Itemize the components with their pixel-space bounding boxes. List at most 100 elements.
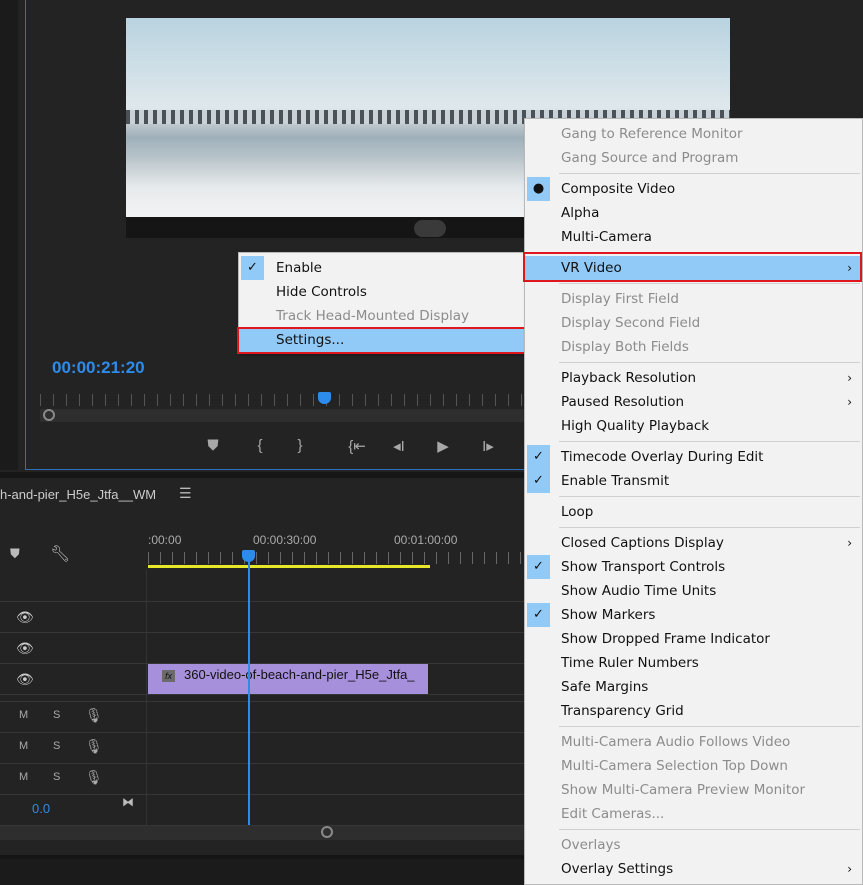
menu-item-label: Show Audio Time Units bbox=[561, 583, 717, 599]
menu-item-multi-camera[interactable]: Multi-Camera bbox=[525, 225, 862, 249]
menu-item-label: Time Ruler Numbers bbox=[561, 655, 699, 671]
menu-item-show-dropped-frame-indicator[interactable]: Show Dropped Frame Indicator bbox=[525, 627, 862, 651]
track-divider bbox=[0, 701, 530, 702]
menu-item-label: Multi-Camera Selection Top Down bbox=[561, 758, 788, 774]
menu-item-label: Enable Transmit bbox=[561, 473, 670, 489]
submenu-chevron-icon: › bbox=[847, 536, 852, 550]
menu-item-label: Overlay Settings bbox=[561, 861, 674, 877]
submenu-chevron-icon: › bbox=[847, 371, 852, 385]
submenu-chevron-icon: › bbox=[847, 261, 852, 275]
menu-item-safe-margins[interactable]: Safe Margins bbox=[525, 675, 862, 699]
mark-in-button[interactable]: { bbox=[250, 437, 270, 454]
mute-button[interactable]: M bbox=[19, 771, 28, 783]
menu-item-alpha[interactable]: Alpha bbox=[525, 201, 862, 225]
toggle-output-icon[interactable]: 👁︎ bbox=[16, 671, 34, 688]
menu-item-label: Edit Cameras... bbox=[561, 806, 665, 822]
left-panel-edge bbox=[0, 0, 18, 470]
menu-item-label: Composite Video bbox=[561, 181, 676, 197]
playhead-line[interactable] bbox=[248, 560, 250, 825]
menu-item-paused-resolution[interactable]: Paused Resolution › bbox=[525, 390, 862, 414]
menu-item-label: Show Dropped Frame Indicator bbox=[561, 631, 770, 647]
monitor-zoom-scrollbar[interactable] bbox=[40, 409, 530, 422]
menu-separator bbox=[525, 249, 862, 256]
toggle-output-icon[interactable]: 👁︎ bbox=[16, 640, 34, 657]
mute-button[interactable]: M bbox=[19, 709, 28, 721]
menu-item-timecode-overlay-during-edit[interactable]: ✓ Timecode Overlay During Edit bbox=[525, 445, 862, 469]
menu-item-settings[interactable]: Settings... bbox=[239, 328, 526, 352]
menu-item-enable[interactable]: ✓ Enable bbox=[239, 256, 526, 280]
solo-button[interactable]: S bbox=[53, 740, 60, 752]
menu-item-gang-to-reference-monitor: Gang to Reference Monitor bbox=[525, 122, 862, 146]
ruler-label: :00:00 bbox=[148, 533, 182, 547]
panel-menu-icon[interactable]: ☰ bbox=[179, 485, 192, 502]
mark-out-button[interactable]: } bbox=[290, 437, 310, 454]
menu-item-multi-camera-audio-follows-video: Multi-Camera Audio Follows Video bbox=[525, 730, 862, 754]
menu-separator bbox=[525, 826, 862, 833]
menu-item-loop[interactable]: Loop bbox=[525, 500, 862, 524]
menu-item-transparency-grid[interactable]: Transparency Grid bbox=[525, 699, 862, 723]
menu-item-vr-video[interactable]: VR Video › bbox=[525, 256, 862, 280]
menu-item-label: Loop bbox=[561, 504, 594, 520]
menu-item-display-first-field: Display First Field bbox=[525, 287, 862, 311]
solo-button[interactable]: S bbox=[53, 771, 60, 783]
wrench-icon[interactable]: 🔧︎ bbox=[50, 544, 70, 564]
step-forward-button[interactable]: I▸ bbox=[478, 437, 498, 455]
scrollbar-handle[interactable] bbox=[43, 409, 55, 421]
menu-item-enable-transmit[interactable]: ✓ Enable Transmit bbox=[525, 469, 862, 493]
ruler-label: 00:00:30:00 bbox=[253, 533, 317, 547]
menu-item-label: Multi-Camera Audio Follows Video bbox=[561, 734, 791, 750]
work-area-bar[interactable] bbox=[148, 565, 430, 568]
menu-item-composite-video[interactable]: ● Composite Video bbox=[525, 177, 862, 201]
track-divider bbox=[0, 601, 530, 602]
add-marker-icon[interactable]: ⛊ bbox=[10, 546, 20, 562]
track-divider bbox=[0, 694, 530, 695]
menu-item-show-multi-camera-preview-monitor: Show Multi-Camera Preview Monitor bbox=[525, 778, 862, 802]
menu-item-label: High Quality Playback bbox=[561, 418, 710, 434]
menu-item-display-both-fields: Display Both Fields bbox=[525, 335, 862, 359]
play-button[interactable]: ▶ bbox=[433, 437, 453, 455]
monitor-time-ruler[interactable] bbox=[40, 394, 530, 406]
step-back-button[interactable]: ◂I bbox=[389, 437, 409, 455]
voiceover-record-icon[interactable]: 🎙︎ bbox=[85, 769, 103, 786]
playhead-timecode[interactable]: 00:00:21:20 bbox=[52, 358, 145, 378]
menu-item-time-ruler-numbers[interactable]: Time Ruler Numbers bbox=[525, 651, 862, 675]
toggle-output-icon[interactable]: 👁︎ bbox=[16, 609, 34, 626]
menu-item-hide-controls[interactable]: Hide Controls bbox=[239, 280, 526, 304]
checkmark-icon: ✓ bbox=[241, 256, 264, 280]
menu-item-label: Display First Field bbox=[561, 291, 679, 307]
menu-item-high-quality-playback[interactable]: High Quality Playback bbox=[525, 414, 862, 438]
menu-item-label: Multi-Camera bbox=[561, 229, 652, 245]
menu-item-multi-camera-selection-top-down: Multi-Camera Selection Top Down bbox=[525, 754, 862, 778]
menu-item-show-markers[interactable]: ✓ Show Markers bbox=[525, 603, 862, 627]
menu-item-label: Timecode Overlay During Edit bbox=[561, 449, 764, 465]
menu-item-overlay-settings[interactable]: Overlay Settings › bbox=[525, 857, 862, 881]
go-to-in-button[interactable]: {⇤ bbox=[347, 437, 367, 455]
menu-item-label: Display Both Fields bbox=[561, 339, 689, 355]
voiceover-record-icon[interactable]: 🎙︎ bbox=[85, 738, 103, 755]
menu-item-label: Show Transport Controls bbox=[561, 559, 726, 575]
menu-item-label: Closed Captions Display bbox=[561, 535, 724, 551]
voiceover-record-icon[interactable]: 🎙︎ bbox=[85, 707, 103, 724]
menu-item-closed-captions-display[interactable]: Closed Captions Display › bbox=[525, 531, 862, 555]
menu-item-gang-source-and-program: Gang Source and Program bbox=[525, 146, 862, 170]
solo-button[interactable]: S bbox=[53, 709, 60, 721]
monitor-playhead[interactable] bbox=[318, 392, 331, 404]
vr-pan-knob[interactable] bbox=[414, 220, 446, 237]
master-volume[interactable]: 0.0 bbox=[32, 801, 50, 816]
timeline-scrollbar[interactable] bbox=[0, 826, 530, 840]
video-clip[interactable]: fx 360-video-of-beach-and-pier_H5e_Jtfa_ bbox=[148, 664, 428, 694]
menu-item-label: Gang to Reference Monitor bbox=[561, 126, 743, 142]
menu-item-show-transport-controls[interactable]: ✓ Show Transport Controls bbox=[525, 555, 862, 579]
sequence-tab[interactable]: h-and-pier_H5e_Jtfa__WM bbox=[0, 487, 156, 502]
scrollbar-handle[interactable] bbox=[321, 826, 333, 838]
checkmark-icon: ✓ bbox=[527, 603, 550, 627]
timeline-ruler[interactable] bbox=[148, 552, 528, 564]
menu-item-show-audio-time-units[interactable]: Show Audio Time Units bbox=[525, 579, 862, 603]
track-divider bbox=[0, 732, 530, 733]
bowtie-icon[interactable]: ⧓ bbox=[122, 795, 134, 809]
add-marker-button[interactable]: ⛊ bbox=[203, 437, 223, 454]
mute-button[interactable]: M bbox=[19, 740, 28, 752]
menu-separator bbox=[525, 723, 862, 730]
menu-item-playback-resolution[interactable]: Playback Resolution › bbox=[525, 366, 862, 390]
menu-separator bbox=[525, 280, 862, 287]
